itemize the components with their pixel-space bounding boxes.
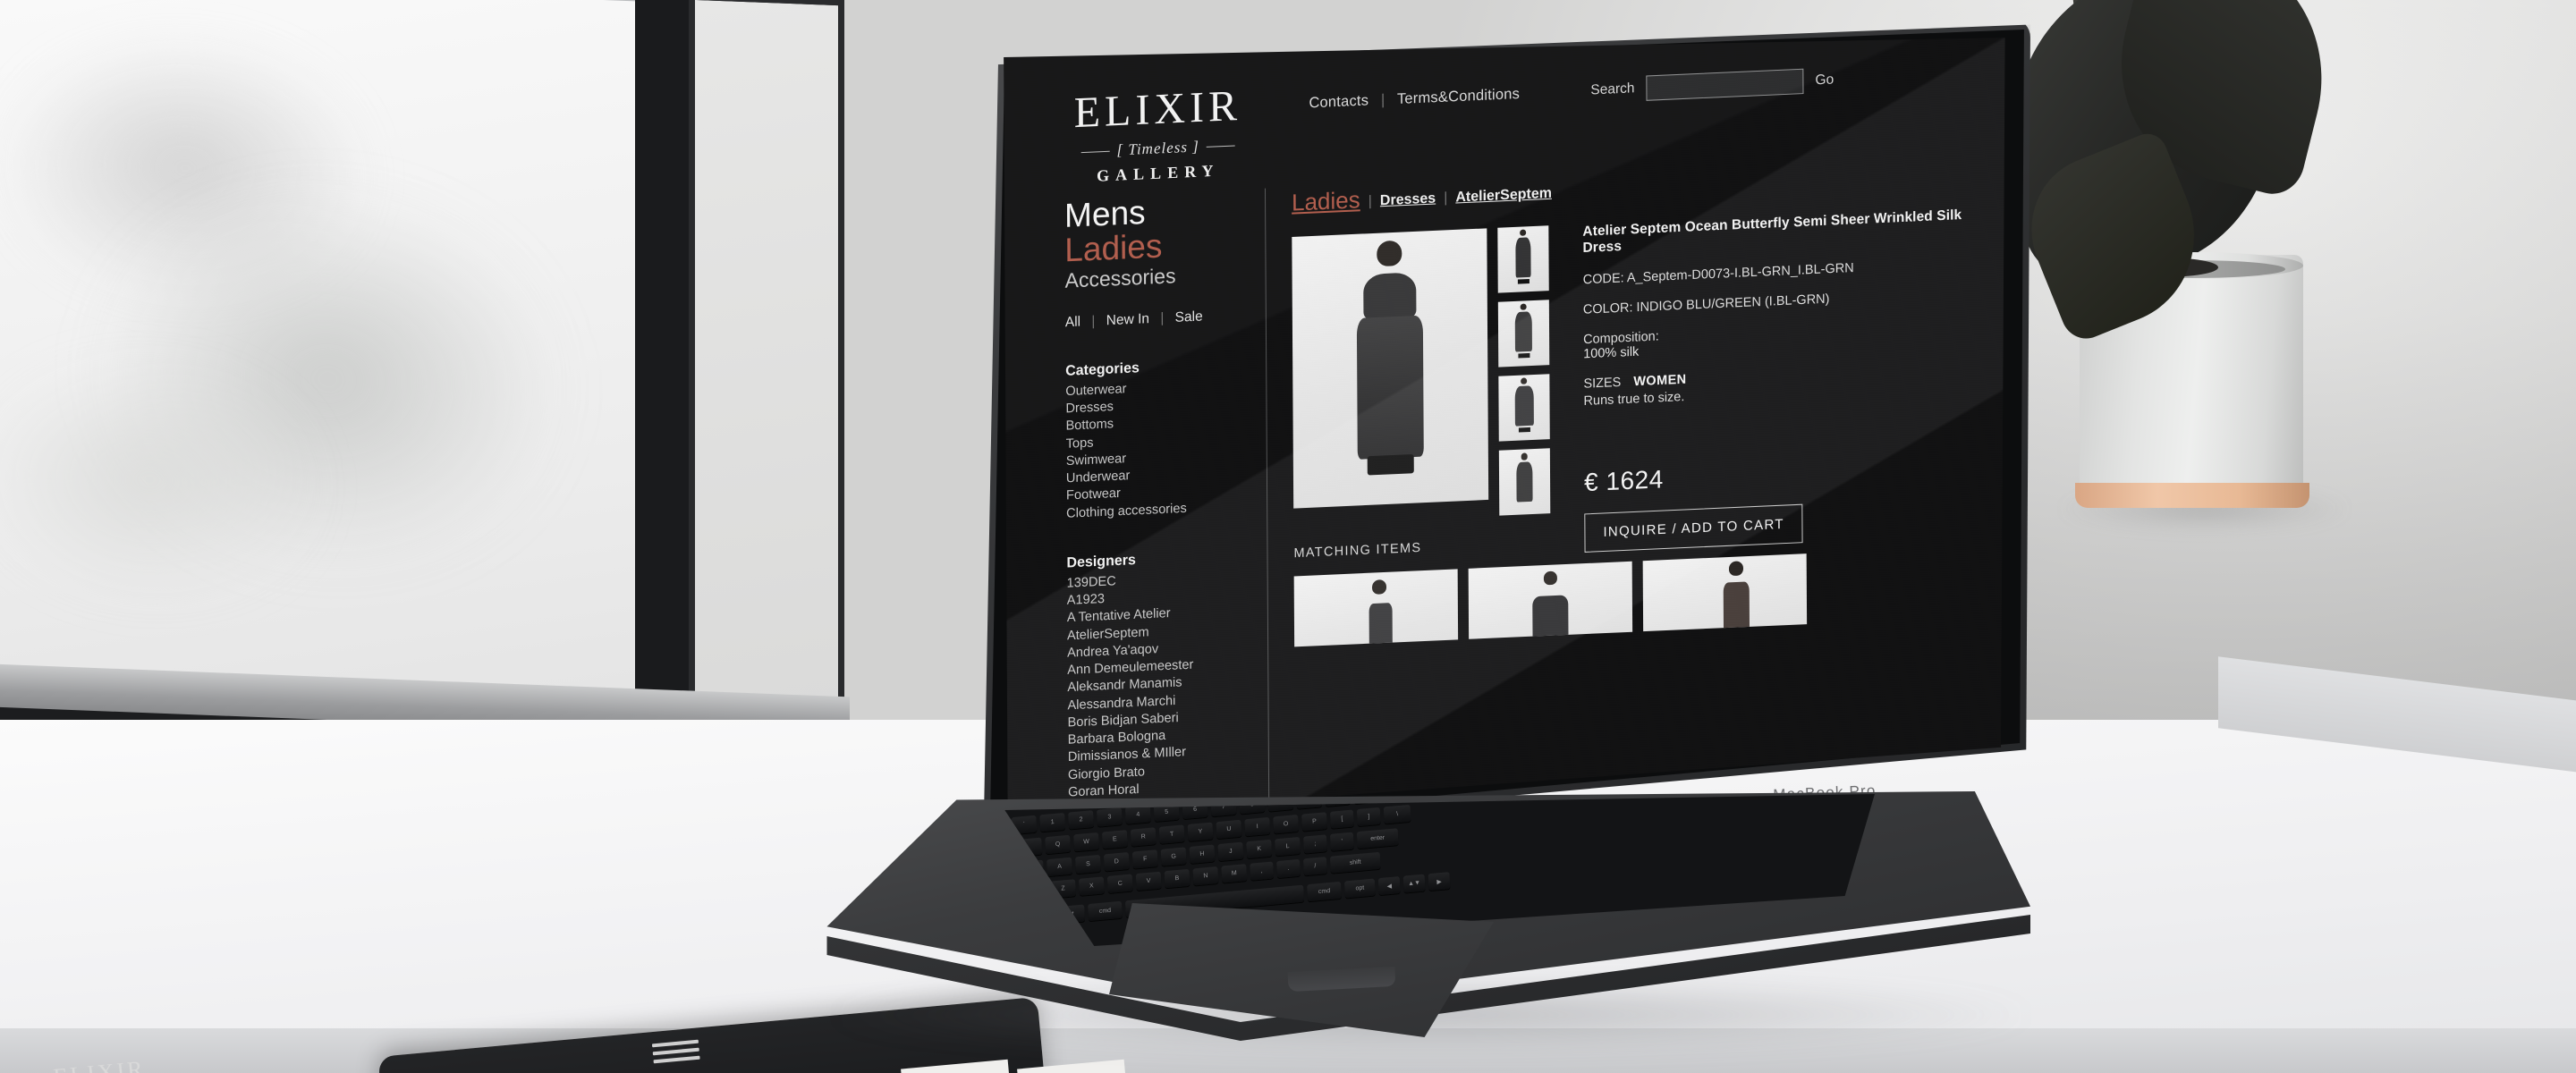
sidebar-divider [1264, 188, 1270, 813]
filter-separator: | [1160, 310, 1165, 326]
elixir-website: ELIXIR [ Timeless ] GALLERY Contacts | T… [1004, 38, 2005, 820]
screen: ELIXIR [ Timeless ] GALLERY Contacts | T… [1004, 38, 2005, 820]
matching-item-card[interactable] [1642, 553, 1808, 632]
product-color: COLOR: INDIGO BLU/GREEN (I.BL-GRN) [1582, 291, 1830, 317]
designers-list: 139DEC A1923 A Tentative Atelier Atelier… [1067, 568, 1248, 820]
product-main-image[interactable] [1292, 228, 1489, 509]
window-pane-left [0, 0, 648, 720]
logo-tagline-row: [ Timeless ] [1064, 136, 1252, 163]
breadcrumb-ladies[interactable]: Ladies [1292, 186, 1360, 216]
sidebar-item-accessories[interactable]: Accessories [1064, 263, 1243, 292]
product-thumbnail[interactable] [1497, 300, 1550, 368]
sidebar-item-ladies[interactable]: Ladies [1064, 226, 1243, 269]
filter-new-in[interactable]: New In [1106, 311, 1149, 328]
search-go-button[interactable]: Go [1815, 72, 1834, 89]
filter-sale[interactable]: Sale [1175, 308, 1203, 325]
logo-rule-right [1206, 144, 1235, 148]
breadcrumb-designer[interactable]: AtelierSeptem [1455, 186, 1552, 206]
laptop: ELIXIR [ Timeless ] GALLERY Contacts | T… [680, 0, 2200, 1073]
nav-link-contacts[interactable]: Contacts [1309, 92, 1368, 111]
sizes-value: WOMEN [1633, 372, 1687, 390]
search-area: Search Go [1590, 67, 1834, 103]
search-input[interactable] [1646, 68, 1804, 101]
product-code: CODE: A_Septem-D0073-I.BL-GRN_I.BL-GRN [1582, 260, 1854, 288]
breadcrumb-separator: | [1444, 190, 1448, 207]
product-thumbnail[interactable] [1498, 448, 1551, 516]
breadcrumb-separator: | [1368, 193, 1372, 209]
sizes-label: SIZES [1583, 375, 1622, 392]
sidebar-filters: All | New In | Sale [1065, 307, 1244, 331]
logo-tagline: [ Timeless ] [1116, 138, 1199, 159]
product-detail: Atelier Septem Ocean Butterfly Semi Shee… [1292, 206, 2000, 565]
sidebar-sections: Mens Ladies Accessories [1064, 191, 1244, 292]
top-navigation: Contacts | Terms&Conditions [1309, 86, 1520, 113]
categories-list: Outerwear Dresses Bottoms Tops Swimwear … [1065, 376, 1245, 523]
product-info: Atelier Septem Ocean Butterfly Semi Shee… [1559, 206, 2000, 553]
main-content: Ladies | Dresses | AtelierSeptem Atelier… [1292, 157, 2001, 565]
product-thumbnail-strip [1497, 225, 1551, 516]
product-thumbnail[interactable] [1498, 374, 1550, 442]
filter-all[interactable]: All [1065, 314, 1080, 330]
nav-separator: | [1380, 91, 1385, 108]
product-price: € 1624 [1583, 464, 1664, 497]
product-thumbnail[interactable] [1497, 225, 1549, 293]
sidebar: Mens Ladies Accessories All | New In | S… [1064, 191, 1247, 819]
filter-separator: | [1091, 313, 1096, 329]
logo-rule-left [1080, 150, 1110, 153]
desk-scene: ELIXIR ELIXIR [ Timeless ] GALLERY Conta… [0, 0, 2576, 1073]
logo-subtitle: GALLERY [1097, 161, 1220, 185]
matching-items-row [1293, 545, 2005, 647]
product-title: Atelier Septem Ocean Butterfly Semi Shee… [1582, 207, 1962, 257]
nav-link-terms[interactable]: Terms&Conditions [1397, 86, 1520, 107]
search-label: Search [1590, 80, 1635, 98]
breadcrumb-dresses[interactable]: Dresses [1380, 190, 1436, 208]
site-logo[interactable]: ELIXIR [ Timeless ] GALLERY [1063, 81, 1252, 188]
matching-item-card[interactable] [1293, 569, 1459, 647]
matching-item-card[interactable] [1468, 561, 1633, 639]
logo-wordmark: ELIXIR [1073, 81, 1242, 138]
